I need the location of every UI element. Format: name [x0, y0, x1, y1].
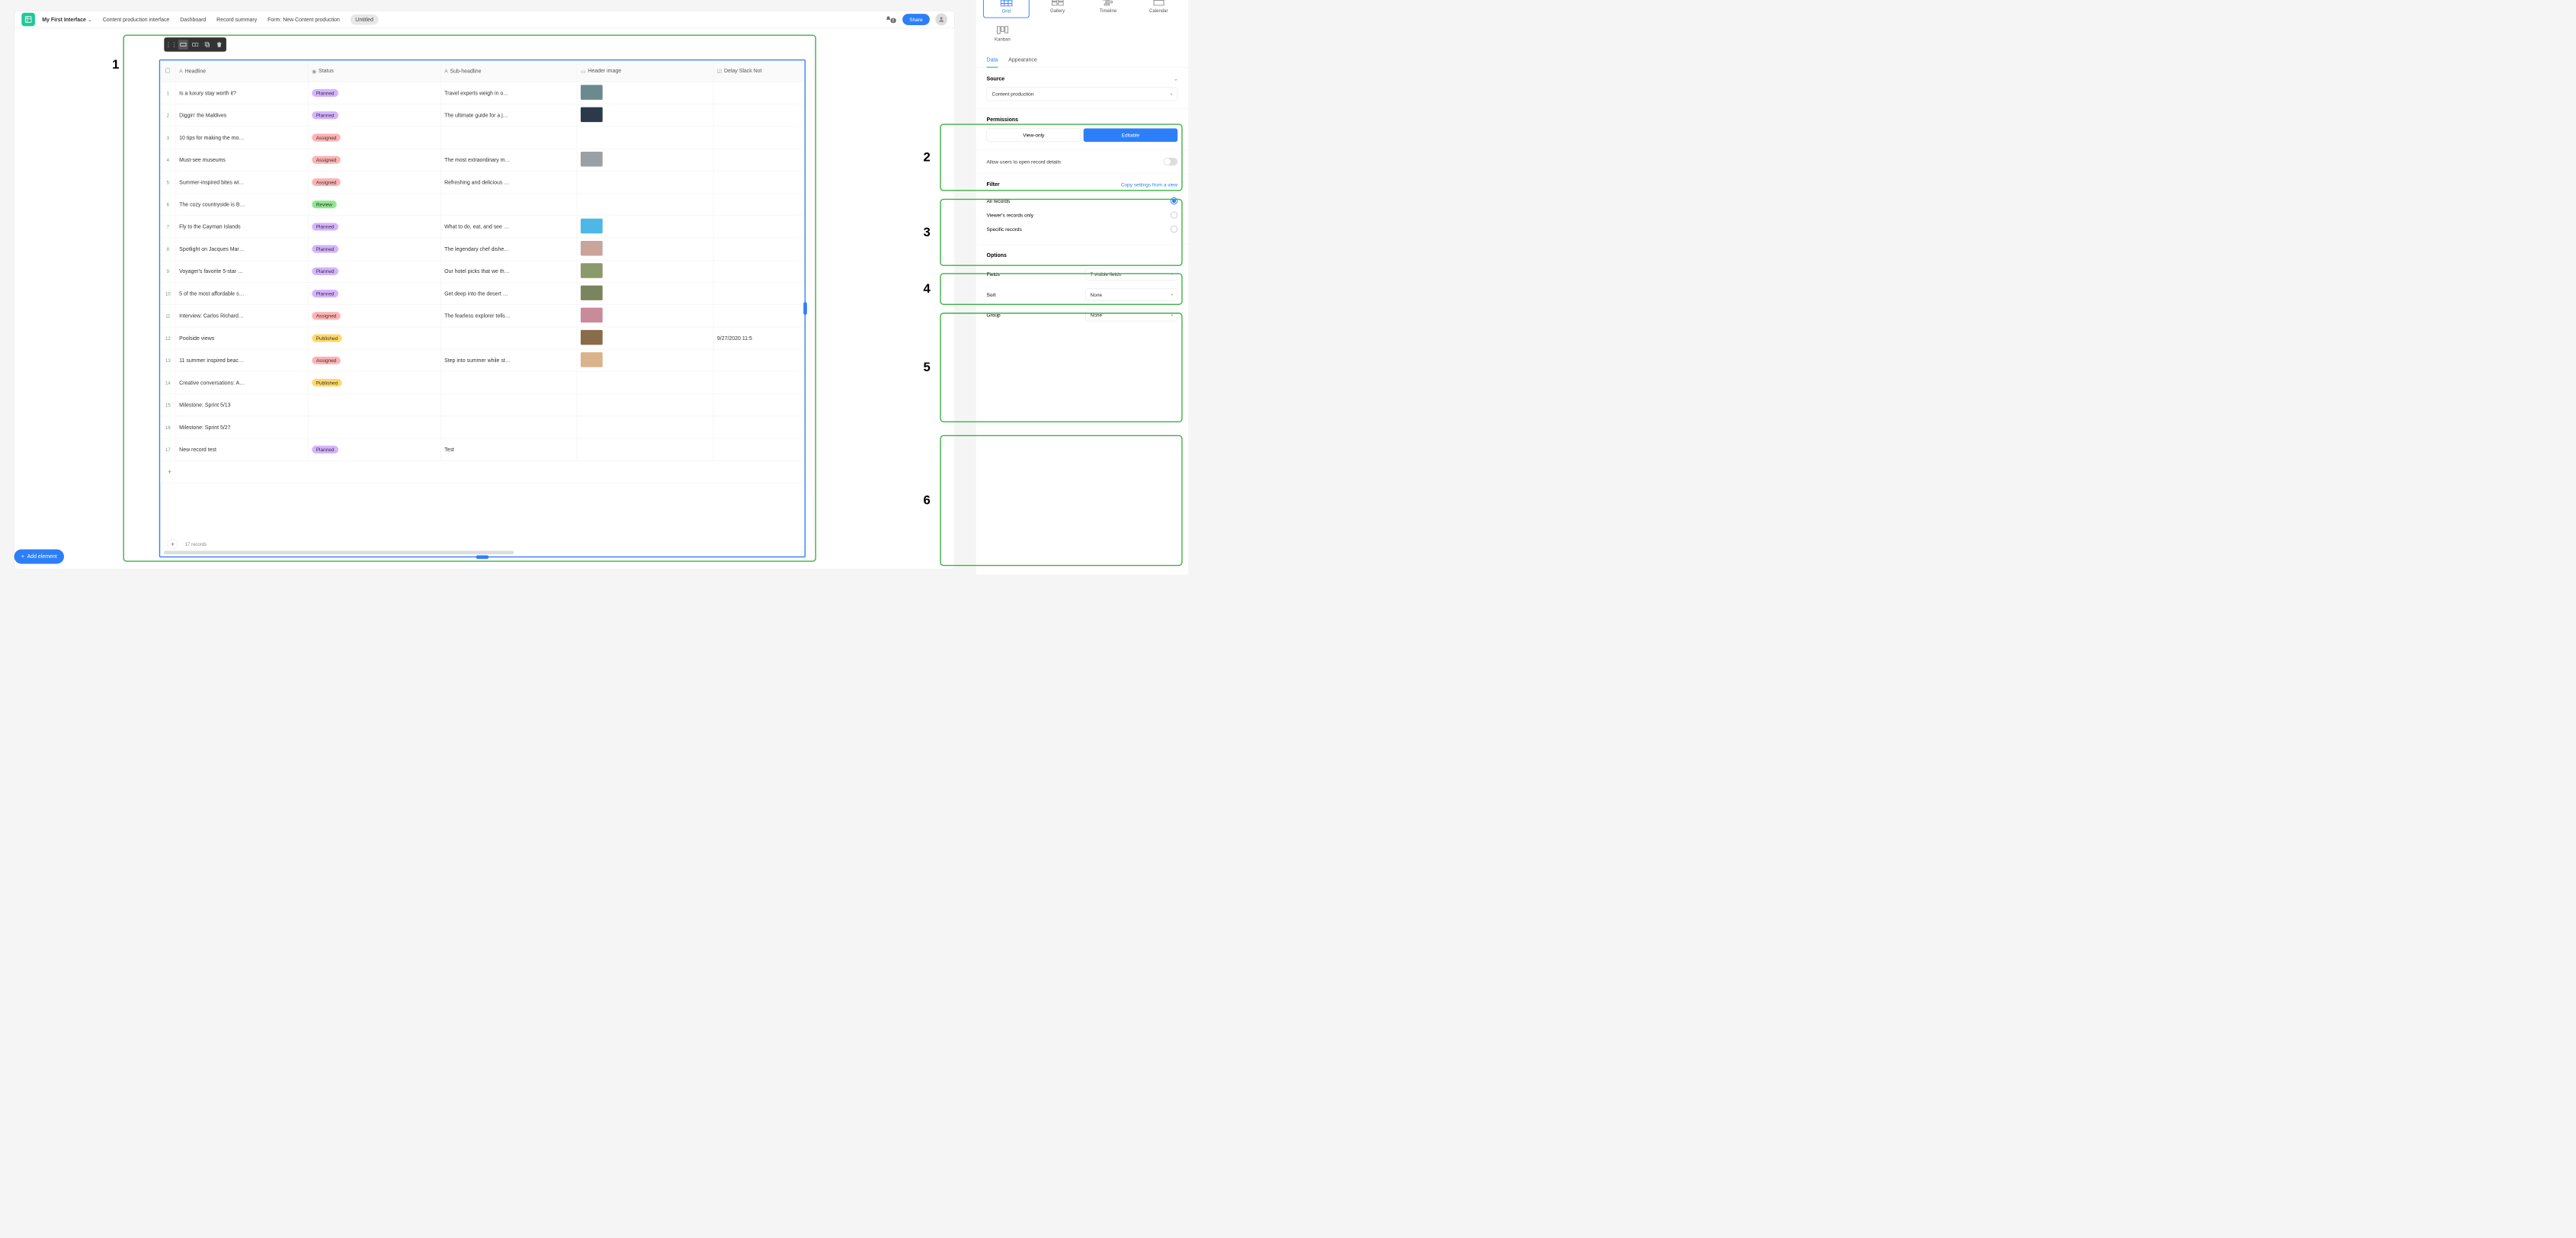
- table-row[interactable]: 8Spotlight on Jacques Mar…PlannedThe leg…: [160, 238, 804, 260]
- table-row[interactable]: 11Interview: Carlos Richard…AssignedThe …: [160, 305, 804, 327]
- chevron-down-icon[interactable]: ⌄: [88, 16, 92, 23]
- app-logo[interactable]: [21, 13, 35, 27]
- add-element-button[interactable]: + Add element: [14, 550, 64, 564]
- column-header-image[interactable]: ▭Header image: [577, 61, 713, 82]
- layout-kanban[interactable]: Kanban: [983, 22, 1022, 45]
- record-count: 17 records: [185, 541, 207, 547]
- callout-3: 3: [940, 199, 1182, 266]
- data-grid: AHeadline ◉Status ASub-headline ▭Header …: [160, 60, 804, 483]
- notifications-button[interactable]: 8: [886, 16, 896, 24]
- table-row[interactable]: 5Summer-inspired bites wi…AssignedRefres…: [160, 171, 804, 193]
- callout-4: 4: [940, 273, 1182, 305]
- layout-gallery[interactable]: Gallery: [1035, 0, 1080, 18]
- table-row[interactable]: 1Is a luxury stay worth it?PlannedTravel…: [160, 82, 804, 104]
- horizontal-scrollbar[interactable]: [164, 550, 514, 554]
- element-toolbar: ⋮⋮: [164, 37, 226, 52]
- layout-grid[interactable]: Grid: [983, 0, 1030, 18]
- column-headline[interactable]: AHeadline: [175, 61, 308, 82]
- tab-content-production[interactable]: Content production interface: [103, 17, 169, 23]
- plus-icon: +: [21, 553, 24, 560]
- table-row[interactable]: 1311 summer inspired beac…AssignedStep i…: [160, 349, 804, 371]
- table-row[interactable]: 2Diggin' the MaldivesPlannedThe ultimate…: [160, 104, 804, 127]
- table-row[interactable]: 14Creative conversations: A…Published: [160, 371, 804, 393]
- column-delay[interactable]: ☑Delay Slack Not: [713, 61, 804, 82]
- table-row[interactable]: 15Milestone: Sprint 5/13: [160, 394, 804, 416]
- panel-tab-data[interactable]: Data: [987, 53, 998, 68]
- source-title: Source: [987, 75, 1005, 82]
- tab-untitled[interactable]: Untitled: [351, 14, 379, 24]
- layout-timeline[interactable]: Timeline: [1085, 0, 1130, 18]
- section-source: Source ⌄ Content production▾: [976, 68, 1188, 109]
- top-bar: My First Interface ⌄ Content production …: [14, 11, 955, 28]
- drag-handle-icon[interactable]: ⋮⋮: [166, 40, 176, 50]
- panel-tab-appearance[interactable]: Appearance: [1008, 53, 1037, 68]
- notif-badge: 8: [890, 18, 896, 22]
- column-sub-headline[interactable]: ASub-headline: [441, 61, 577, 82]
- user-avatar[interactable]: [935, 14, 947, 26]
- callout-2: 2: [940, 123, 1182, 191]
- width-half-icon[interactable]: [191, 40, 200, 50]
- resize-handle-bottom[interactable]: [476, 555, 489, 559]
- table-row[interactable]: 310 tips for making the mo…Assigned: [160, 127, 804, 149]
- source-select[interactable]: Content production▾: [987, 88, 1178, 101]
- resize-handle-right[interactable]: [803, 302, 807, 315]
- table-row[interactable]: 9Voyager's favorite 5-star …PlannedOur h…: [160, 260, 804, 282]
- share-button[interactable]: Share: [902, 14, 930, 25]
- permissions-title: Permissions: [987, 117, 1018, 123]
- chevron-down-icon[interactable]: ⌄: [1174, 76, 1177, 81]
- tab-dashboard[interactable]: Dashboard: [180, 17, 206, 23]
- callout-6: 6: [940, 435, 1182, 566]
- table-row[interactable]: 17New record testPlannedTest: [160, 438, 804, 460]
- duplicate-icon[interactable]: [202, 40, 212, 50]
- layout-calendar[interactable]: Calendar: [1136, 0, 1181, 18]
- column-status[interactable]: ◉Status: [308, 61, 441, 82]
- table-row[interactable]: 6The cozy countryside is B…Review: [160, 194, 804, 216]
- add-record-button[interactable]: +: [167, 539, 178, 550]
- table-row[interactable]: 12Poolside viewsPublished9/27/2020 11:5: [160, 327, 804, 349]
- select-all-checkbox[interactable]: [160, 61, 175, 82]
- tab-record-summary[interactable]: Record summary: [216, 17, 257, 23]
- callout-5: 5: [940, 313, 1182, 422]
- table-row[interactable]: 4Must-see museumsAssignedThe most extrao…: [160, 149, 804, 171]
- grid-element[interactable]: AHeadline ◉Status ASub-headline ▭Header …: [159, 59, 806, 557]
- interface-name[interactable]: My First Interface: [42, 17, 86, 23]
- table-row[interactable]: 105 of the most affordable s…PlannedGet …: [160, 283, 804, 305]
- tab-form[interactable]: Form: New Content production: [268, 17, 340, 23]
- delete-icon[interactable]: [214, 40, 224, 50]
- add-row[interactable]: +: [160, 460, 804, 483]
- width-full-icon[interactable]: [178, 40, 188, 50]
- table-row[interactable]: 16Milestone: Sprint 5/27: [160, 416, 804, 438]
- table-row[interactable]: 7Fly to the Cayman IslandsPlannedWhat to…: [160, 216, 804, 238]
